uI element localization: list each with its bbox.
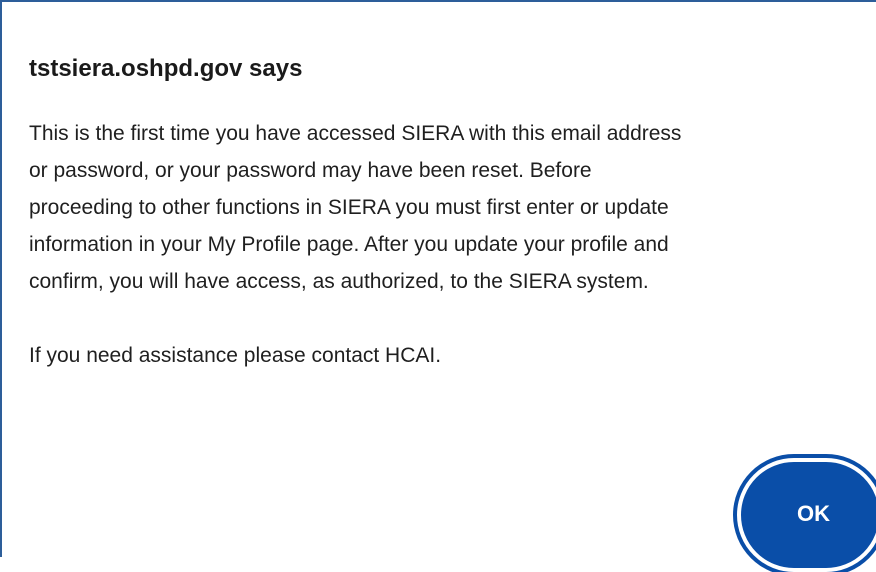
ok-button-label: OK	[797, 501, 830, 526]
dialog-title: tstsiera.oshpd.gov says	[29, 55, 303, 82]
alert-dialog: tstsiera.oshpd.gov says This is the firs…	[0, 0, 876, 572]
message-line: information in your My Profile page. Aft…	[29, 233, 669, 256]
message-line: This is the first time you have accessed…	[29, 122, 682, 145]
message-spacer	[29, 300, 874, 337]
message-line: confirm, you will have access, as author…	[29, 270, 649, 293]
ok-button[interactable]: OK	[737, 458, 876, 572]
dialog-message: This is the first time you have accessed…	[29, 115, 874, 374]
assistance-text: If you need assistance please contact HC…	[29, 344, 442, 367]
message-line: or password, or your password may have b…	[29, 159, 592, 182]
message-line: proceeding to other functions in SIERA y…	[29, 196, 669, 219]
